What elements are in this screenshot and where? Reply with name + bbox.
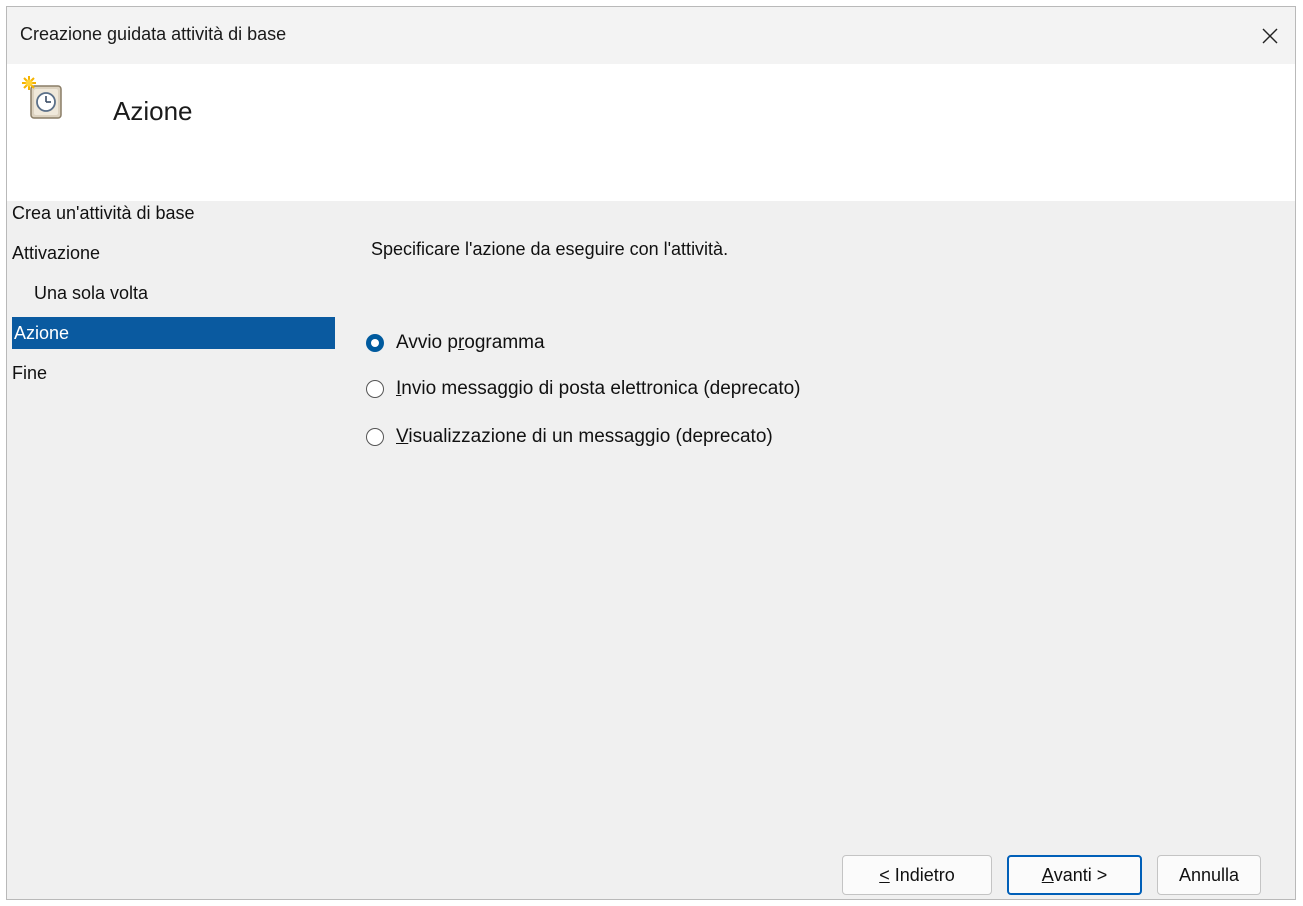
step-azione[interactable]: Azione bbox=[12, 317, 335, 349]
close-button[interactable] bbox=[1245, 7, 1295, 64]
window-title: Creazione guidata attività di base bbox=[20, 24, 287, 44]
step-una-sola-volta[interactable]: Una sola volta bbox=[34, 277, 148, 309]
next-button[interactable]: Avanti > bbox=[1007, 855, 1142, 895]
radio-label: Invio messaggio di posta elettronica (de… bbox=[396, 378, 801, 399]
radio-invio-email[interactable]: Invio messaggio di posta elettronica (de… bbox=[366, 376, 801, 402]
page-title: Azione bbox=[113, 96, 193, 126]
radio-unchecked-indicator[interactable] bbox=[366, 380, 384, 398]
back-button[interactable]: < Indietro bbox=[842, 855, 992, 895]
step-attivazione[interactable]: Attivazione bbox=[12, 237, 100, 269]
action-description: Specificare l'azione da eseguire con l'a… bbox=[371, 239, 729, 259]
scheduled-task-clock-icon bbox=[22, 76, 62, 119]
radio-visualizzazione-messaggio[interactable]: Visualizzazione di un messaggio (depreca… bbox=[366, 424, 773, 450]
wizard-header: Azione bbox=[7, 64, 1295, 201]
radio-avvio-programma[interactable]: Avvio programma bbox=[366, 330, 545, 356]
close-icon bbox=[1262, 28, 1278, 43]
step-fine[interactable]: Fine bbox=[12, 357, 47, 389]
cancel-button[interactable]: Annulla bbox=[1157, 855, 1261, 895]
radio-label: Visualizzazione di un messaggio (depreca… bbox=[396, 426, 773, 447]
step-crea-attivita[interactable]: Crea un'attività di base bbox=[12, 197, 195, 229]
wizard-window: Creazione guidata attività di base Azion… bbox=[6, 6, 1296, 900]
radio-checked-indicator[interactable] bbox=[366, 334, 384, 352]
title-bar: Creazione guidata attività di base bbox=[7, 7, 1295, 64]
radio-unchecked-indicator[interactable] bbox=[366, 428, 384, 446]
radio-label: Avvio programma bbox=[396, 332, 545, 353]
